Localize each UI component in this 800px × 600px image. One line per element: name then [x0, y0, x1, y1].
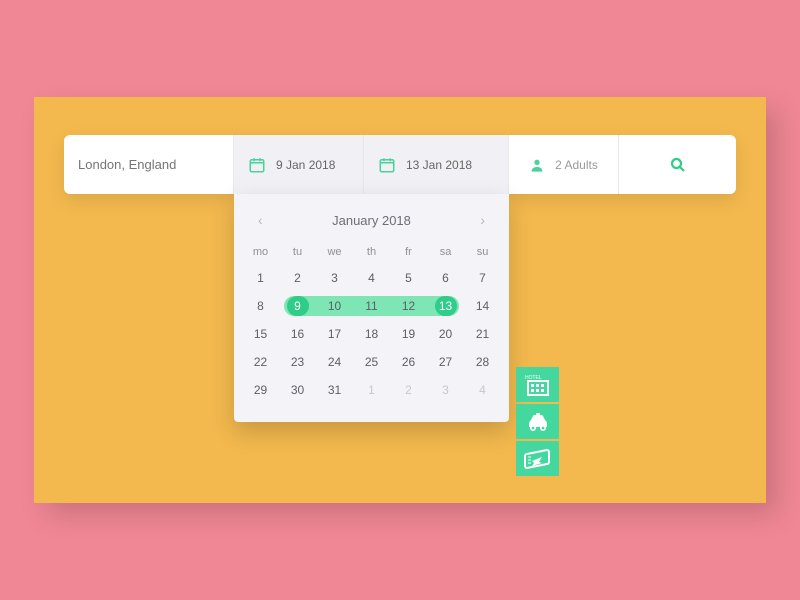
calendar-grid: 1234567891011121314151617181920212223242…: [242, 264, 501, 404]
calendar-day[interactable]: 22: [242, 348, 279, 376]
calendar-day[interactable]: 28: [464, 348, 501, 376]
checkin-date: 9 Jan 2018: [276, 158, 335, 172]
checkin-cell[interactable]: 9 Jan 2018: [234, 135, 364, 194]
calendar-week: 1234567: [242, 264, 501, 292]
weekday-label: fr: [390, 240, 427, 264]
calendar-icon: [248, 156, 266, 174]
calendar-day[interactable]: 13: [427, 292, 464, 320]
next-month-button[interactable]: ›: [474, 208, 491, 232]
calendar-week: 89 101112 13 14: [242, 292, 501, 320]
range-start: 9: [287, 296, 309, 316]
hotel-icon: HOTEL: [525, 373, 551, 397]
guests-cell[interactable]: 2 Adults: [509, 135, 619, 194]
calendar-day[interactable]: 19: [390, 320, 427, 348]
calendar-day[interactable]: 14: [464, 292, 501, 320]
calendar-popover: ‹ January 2018 › motuwethfrsasu 12345678…: [234, 194, 509, 422]
search-bar: 9 Jan 2018 13 Jan 2018 2 Adults: [64, 135, 736, 194]
hotel-tile[interactable]: HOTEL: [516, 367, 559, 402]
calendar-day[interactable]: 26: [390, 348, 427, 376]
calendar-day[interactable]: 1: [353, 376, 390, 404]
calendar-day[interactable]: 21: [464, 320, 501, 348]
calendar-day[interactable]: 16: [279, 320, 316, 348]
calendar-day[interactable]: 6: [427, 264, 464, 292]
weekday-label: sa: [427, 240, 464, 264]
checkout-cell[interactable]: 13 Jan 2018: [364, 135, 509, 194]
calendar-day[interactable]: 1: [242, 264, 279, 292]
chevron-right-icon: ›: [480, 212, 485, 228]
calendar-day[interactable]: 30: [279, 376, 316, 404]
location-input[interactable]: [78, 157, 219, 172]
calendar-title: January 2018: [332, 213, 411, 228]
calendar-week: 22232425262728: [242, 348, 501, 376]
calendar-icon: [378, 156, 396, 174]
weekday-label: th: [353, 240, 390, 264]
calendar-day[interactable]: 3: [316, 264, 353, 292]
search-button[interactable]: [619, 135, 736, 194]
weekday-label: mo: [242, 240, 279, 264]
car-tile[interactable]: [516, 404, 559, 439]
calendar-day[interactable]: 12: [390, 292, 427, 320]
location-cell[interactable]: [64, 135, 234, 194]
calendar-day[interactable]: 8: [242, 292, 279, 320]
category-tiles: HOTEL: [516, 367, 559, 476]
booking-panel: 9 Jan 2018 13 Jan 2018 2 Adults: [34, 97, 766, 503]
calendar-day[interactable]: 7: [464, 264, 501, 292]
weekday-label: we: [316, 240, 353, 264]
calendar-day[interactable]: 2: [390, 376, 427, 404]
weekday-label: tu: [279, 240, 316, 264]
calendar-weekday-row: motuwethfrsasu: [242, 240, 501, 264]
calendar-day[interactable]: 29: [242, 376, 279, 404]
calendar-day[interactable]: 2: [279, 264, 316, 292]
prev-month-button[interactable]: ‹: [252, 208, 269, 232]
ticket-icon: [524, 448, 552, 470]
calendar-day[interactable]: 15: [242, 320, 279, 348]
calendar-day[interactable]: 5: [390, 264, 427, 292]
calendar-day[interactable]: 23: [279, 348, 316, 376]
person-icon: [529, 157, 545, 173]
calendar-day[interactable]: 10: [316, 292, 353, 320]
calendar-week: 15161718192021: [242, 320, 501, 348]
chevron-left-icon: ‹: [258, 212, 263, 228]
calendar-day[interactable]: 11: [353, 292, 390, 320]
calendar-day[interactable]: 27: [427, 348, 464, 376]
car-icon: [524, 411, 552, 433]
search-icon: [669, 156, 687, 174]
calendar-week: 2930311234: [242, 376, 501, 404]
flight-tile[interactable]: [516, 441, 559, 476]
calendar-day[interactable]: 4: [464, 376, 501, 404]
calendar-header: ‹ January 2018 ›: [242, 208, 501, 240]
calendar-day[interactable]: 20: [427, 320, 464, 348]
calendar-day[interactable]: 31: [316, 376, 353, 404]
calendar-day[interactable]: 17: [316, 320, 353, 348]
calendar-day[interactable]: 3: [427, 376, 464, 404]
checkout-date: 13 Jan 2018: [406, 158, 472, 172]
weekday-label: su: [464, 240, 501, 264]
calendar-day[interactable]: 25: [353, 348, 390, 376]
calendar-day[interactable]: 24: [316, 348, 353, 376]
guests-label: 2 Adults: [555, 158, 598, 172]
range-end: 13: [435, 296, 457, 316]
calendar-day[interactable]: 9: [279, 292, 316, 320]
calendar-day[interactable]: 4: [353, 264, 390, 292]
calendar-day[interactable]: 18: [353, 320, 390, 348]
